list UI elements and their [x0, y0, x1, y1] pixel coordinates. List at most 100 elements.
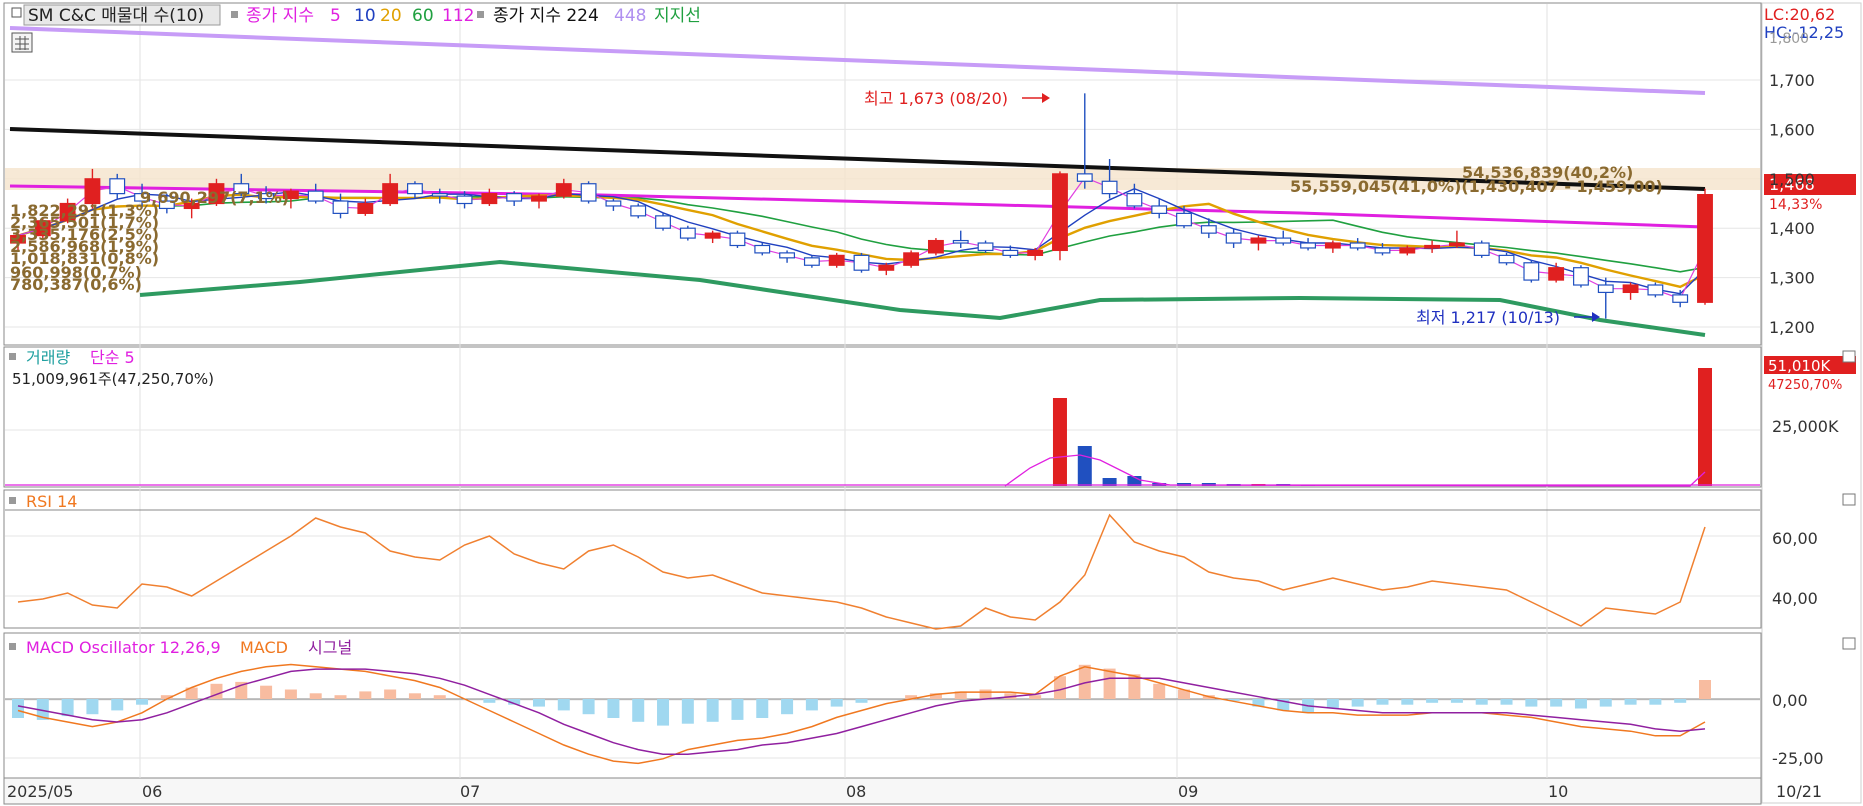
candle-body: [531, 195, 547, 202]
candle-body: [1647, 284, 1664, 296]
x-tick-label: 07: [460, 782, 480, 801]
macd-osc-bar: [756, 699, 769, 718]
macd-osc-bar: [607, 699, 620, 718]
volume-tick: 25,000K: [1772, 417, 1839, 436]
macd-osc-bar: [433, 695, 446, 699]
volume-profile-label: 780,387(0,6%): [10, 275, 142, 294]
candle-body: [555, 183, 572, 197]
close-icon[interactable]: [1842, 350, 1856, 363]
candle-body: [1027, 249, 1044, 256]
candle-body: [1151, 205, 1168, 214]
macd-osc-bar: [1574, 699, 1587, 709]
candle-body: [407, 183, 423, 195]
chart-title: SM C&C 매물대 수(10): [28, 6, 204, 26]
x-tick-label: 09: [1178, 782, 1198, 801]
change-percent: 14,33%: [1769, 197, 1822, 213]
price-tick: 1,700: [1769, 71, 1815, 90]
macd-osc-bar: [359, 691, 372, 699]
candle-body: [952, 239, 969, 244]
volume-bar: [1698, 368, 1712, 486]
macd-osc-bar: [805, 699, 818, 711]
candle-body: [779, 252, 796, 259]
macd-osc-bar: [1674, 699, 1687, 703]
candle-body: [1399, 247, 1416, 254]
candle-body: [1076, 173, 1093, 182]
macd-osc-bar: [1103, 668, 1116, 699]
macd-osc-bar: [1029, 695, 1042, 699]
ma-label: 종가 지수: [246, 6, 314, 26]
ma2-label: 종가 지수 224: [493, 6, 599, 26]
candle-body: [878, 264, 895, 271]
candle-body: [927, 239, 944, 254]
volume-bar: [1052, 398, 1067, 486]
volume-profile-label: 55,559,045(41,0%)(1,430,407 - 1,459,00): [1290, 177, 1663, 196]
price-tick: 1,400: [1769, 219, 1815, 238]
candle-body: [1176, 212, 1192, 227]
macd-tick: 0,00: [1772, 691, 1808, 710]
macd-label: MACD: [240, 638, 288, 657]
rsi-title: RSI 14: [26, 492, 77, 511]
macd-osc-bar: [979, 689, 992, 699]
macd-osc-bar: [61, 699, 74, 717]
candle-body: [580, 183, 597, 202]
candle-body: [1597, 284, 1614, 294]
macd-osc-bar: [136, 699, 149, 705]
x-tick-label: 10: [1548, 782, 1568, 801]
candle-body: [481, 193, 498, 205]
candle-body: [1275, 237, 1292, 244]
candle-body: [903, 252, 920, 266]
volume-title: 거래량: [26, 348, 70, 367]
macd-osc-bar: [86, 699, 99, 715]
volume-right-sub: 47250,70%: [1768, 378, 1842, 393]
rsi-panel: [3, 489, 1762, 629]
macd-osc-bar: [1525, 699, 1538, 707]
close-icon[interactable]: [1842, 637, 1856, 650]
ma-period-10: 10: [354, 6, 376, 26]
x-tick-label: 06: [142, 782, 162, 801]
macd-osc-bar: [1450, 699, 1463, 703]
candle-body: [1622, 284, 1639, 294]
candle-body: [1002, 249, 1019, 256]
macd-osc-bar: [657, 699, 670, 726]
volume-info: 51,009,961주(47,250,70%): [12, 370, 214, 388]
macd-osc-bar: [334, 695, 347, 699]
lc-value: LC:20,62: [1764, 5, 1835, 24]
candle-body: [605, 200, 622, 207]
macd-osc-bar: [681, 699, 694, 724]
candle-body: [655, 215, 671, 229]
candle-body: [630, 205, 647, 217]
macd-osc-bar: [483, 699, 496, 703]
macd-osc-bar: [731, 699, 744, 720]
candle-body: [1250, 237, 1267, 244]
macd-osc-bar: [632, 699, 645, 722]
candle-body: [109, 178, 126, 195]
macd-osc-bar: [284, 689, 297, 699]
candle-body: [1349, 242, 1366, 249]
candle-body: [1225, 232, 1242, 244]
ma2-extra: 448: [614, 6, 646, 26]
macd-osc-bar: [260, 685, 273, 699]
candle-body: [506, 193, 523, 202]
macd-osc-bar: [855, 699, 868, 703]
macd-osc-bar: [706, 699, 719, 722]
x-tick-label: 10/21: [1776, 782, 1822, 801]
macd-osc-bar: [1599, 699, 1612, 707]
candle-body: [1548, 267, 1565, 281]
close-icon[interactable]: [1842, 493, 1856, 506]
candle-body: [1448, 242, 1465, 247]
macd-title: MACD Oscillator 12,26,9: [26, 638, 221, 657]
candle-body: [828, 254, 845, 266]
candle-body: [679, 227, 696, 239]
candle-body: [332, 200, 349, 214]
x-axis-strip: [3, 777, 1762, 805]
macd-osc-bar: [309, 693, 322, 699]
macd-osc-bar: [1699, 680, 1711, 699]
candle-body: [1052, 173, 1068, 252]
legend-bullet-icon: [9, 643, 16, 650]
candle-body: [431, 193, 448, 197]
candle-body: [1300, 242, 1316, 249]
macd-osc-bar: [1153, 683, 1166, 699]
candle-body: [84, 178, 101, 205]
candle-body: [307, 190, 324, 202]
rsi-tick: 40,00: [1772, 589, 1818, 608]
